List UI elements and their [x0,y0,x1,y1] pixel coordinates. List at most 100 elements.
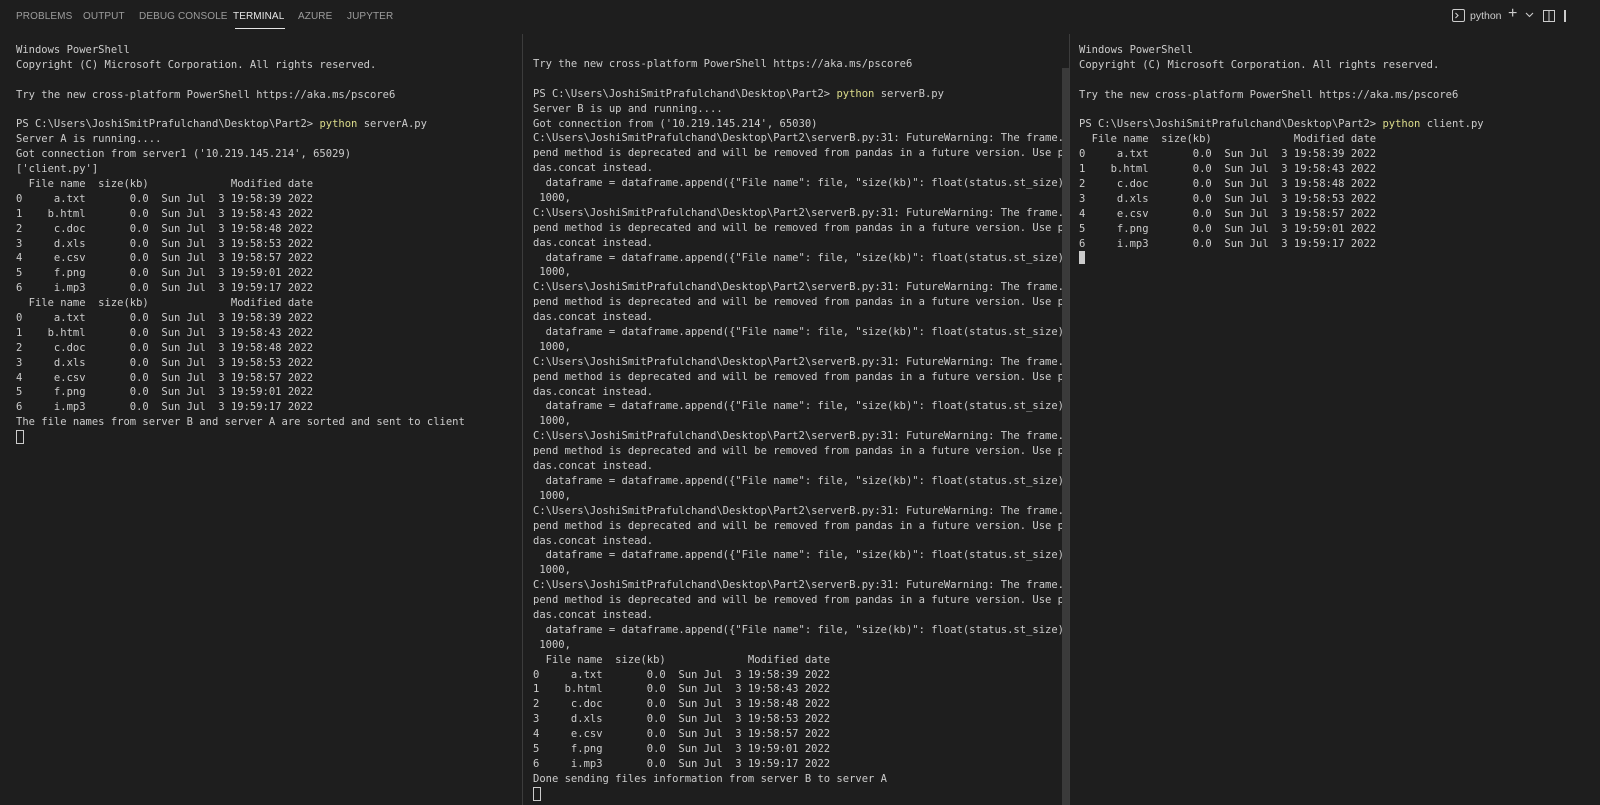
tab-terminal[interactable]: TERMINAL [233,11,284,22]
output-line: ['client.py'] [16,163,99,176]
output-line: 1 b.html 0.0 Sun Jul 3 19:58:43 2022 [16,326,314,339]
prompt-path: PS C:\Users\JoshiSmitPrafulchand\Desktop… [1079,118,1383,131]
terminal-icon [1452,9,1465,25]
output-line: 1000, [533,564,571,577]
output-line: C:\Users\JoshiSmitPrafulchand\Desktop\Pa… [533,430,1063,443]
output-line: File name size(kb) Modified date [16,297,314,310]
output-line: Windows PowerShell [16,44,130,56]
output-line: 1000, [533,489,571,502]
cursor-line [1079,251,1484,266]
tab-output[interactable]: OUTPUT [83,11,125,22]
output-line: Done sending files information from serv… [533,772,888,785]
output-line: das.concat instead. [533,608,654,621]
output-line: Copyright (C) Microsoft Corporation. All… [16,58,377,71]
output-line: 1000, [533,192,571,205]
terminal-scrollbar[interactable] [1062,68,1069,805]
output-line: 5 f.png 0.0 Sun Jul 3 19:59:01 2022 [533,742,831,755]
prompt-path: PS C:\Users\JoshiSmitPrafulchand\Desktop… [16,118,320,131]
output-line: Try the new cross-platform PowerShell ht… [16,88,396,101]
output-line: C:\Users\JoshiSmitPrafulchand\Desktop\Pa… [533,579,1063,592]
output-line: 1000, [533,340,571,353]
output-line: 2 c.doc 0.0 Sun Jul 3 19:58:48 2022 [533,698,831,711]
command-args: serverB.py [874,87,944,100]
output-line: 0 a.txt 0.0 Sun Jul 3 19:58:39 2022 [16,192,314,205]
output-line: C:\Users\JoshiSmitPrafulchand\Desktop\Pa… [533,504,1063,517]
split-terminal-icon[interactable] [1543,10,1555,25]
output-line: das.concat instead. [533,460,654,473]
terminal-cursor [533,786,541,801]
output-line: 6 i.mp3 0.0 Sun Jul 3 19:59:17 2022 [16,282,314,295]
cursor-line [16,430,465,445]
output-line: 4 e.csv 0.0 Sun Jul 3 19:58:57 2022 [533,728,831,741]
terminal-pane-server-b[interactable]: Try the new cross-platform PowerShell ht… [522,34,1063,805]
output-line: pend method is deprecated and will be re… [533,519,1063,532]
output-line: 2 c.doc 0.0 Sun Jul 3 19:58:48 2022 [16,341,314,354]
output-line: 3 d.xls 0.0 Sun Jul 3 19:58:53 2022 [533,713,831,726]
prompt-line: PS C:\Users\JoshiSmitPrafulchand\Desktop… [16,117,465,132]
output-line: 1 b.html 0.0 Sun Jul 3 19:58:43 2022 [16,207,314,220]
output-line: 6 i.mp3 0.0 Sun Jul 3 19:59:17 2022 [1079,237,1377,250]
prompt-line: PS C:\Users\JoshiSmitPrafulchand\Desktop… [1079,117,1484,132]
output-line: C:\Users\JoshiSmitPrafulchand\Desktop\Pa… [533,281,1063,294]
prompt-line: PS C:\Users\JoshiSmitPrafulchand\Desktop… [533,87,1063,102]
output-line: 4 e.csv 0.0 Sun Jul 3 19:58:57 2022 [1079,207,1377,220]
overflow-icon[interactable] [1563,10,1567,25]
output-line: dataframe = dataframe.append({"File name… [533,326,1063,339]
new-terminal-plus-icon[interactable]: + [1508,5,1517,23]
tab-azure[interactable]: AZURE [298,11,332,22]
output-line: Server B is up and running.... [533,102,723,115]
output-line: pend method is deprecated and will be re… [533,370,1063,383]
output-line: Try the new cross-platform PowerShell ht… [533,58,913,70]
output-line: 6 i.mp3 0.0 Sun Jul 3 19:59:17 2022 [16,401,314,414]
output-line: File name size(kb) Modified date [16,178,314,191]
tab-debug-console[interactable]: DEBUG CONSOLE [139,11,228,22]
output-line: 4 e.csv 0.0 Sun Jul 3 19:58:57 2022 [16,252,314,265]
output-line: 2 c.doc 0.0 Sun Jul 3 19:58:48 2022 [16,222,314,235]
terminal-pane-client[interactable]: Windows PowerShell Copyright (C) Microsof… [1069,34,1600,805]
active-tab-indicator [235,28,285,29]
terminal-pane-server-a[interactable]: Windows PowerShell Copyright (C) Microsof… [0,34,522,805]
output-line: 0 a.txt 0.0 Sun Jul 3 19:58:39 2022 [16,312,314,325]
output-line: 4 e.csv 0.0 Sun Jul 3 19:58:57 2022 [16,371,314,384]
command-name: python [1382,118,1421,131]
output-line: 5 f.png 0.0 Sun Jul 3 19:59:01 2022 [1079,222,1377,235]
output-line: pend method is deprecated and will be re… [533,594,1063,607]
terminal-output: Windows PowerShell Copyright (C) Microsof… [1079,43,1484,266]
output-line: Windows PowerShell [1079,44,1193,56]
output-line: 1000, [533,415,571,428]
output-line: 5 f.png 0.0 Sun Jul 3 19:59:01 2022 [16,267,314,280]
output-line: 1 b.html 0.0 Sun Jul 3 19:58:43 2022 [533,683,831,696]
output-line: C:\Users\JoshiSmitPrafulchand\Desktop\Pa… [533,132,1063,145]
output-line: 1 b.html 0.0 Sun Jul 3 19:58:43 2022 [1079,163,1377,176]
output-line: Got connection from ('10.219.145.214', 6… [533,117,818,130]
output-line: dataframe = dataframe.append({"File name… [533,400,1063,413]
terminal-name[interactable]: python [1470,10,1502,22]
cursor-line [533,786,1063,802]
output-line: 6 i.mp3 0.0 Sun Jul 3 19:59:17 2022 [533,757,831,770]
output-line: 5 f.png 0.0 Sun Jul 3 19:59:01 2022 [16,386,314,399]
prompt-path: PS C:\Users\JoshiSmitPrafulchand\Desktop… [533,87,837,100]
chevron-down-icon[interactable] [1525,10,1534,22]
output-line: 3 d.xls 0.0 Sun Jul 3 19:58:53 2022 [16,237,314,250]
output-line: 3 d.xls 0.0 Sun Jul 3 19:58:53 2022 [16,356,314,369]
command-name: python [319,118,358,131]
output-line: pend method is deprecated and will be re… [533,445,1063,458]
tab-jupyter[interactable]: JUPYTER [347,11,393,22]
output-line: dataframe = dataframe.append({"File name… [533,251,1063,264]
output-line: pend method is deprecated and will be re… [533,296,1063,309]
output-line: 1000, [533,266,571,279]
output-line: File name size(kb) Modified date [1079,133,1377,146]
output-line: dataframe = dataframe.append({"File name… [533,474,1063,487]
output-line: das.concat instead. [533,385,654,398]
output-line: 3 d.xls 0.0 Sun Jul 3 19:58:53 2022 [1079,192,1377,205]
output-line: das.concat instead. [533,162,654,175]
terminal-cursor [1079,251,1085,265]
tab-problems[interactable]: PROBLEMS [16,11,72,22]
output-line: Got connection from server1 ('10.219.145… [16,148,352,161]
command-name: python [836,87,875,100]
output-line: Try the new cross-platform PowerShell ht… [1079,88,1459,101]
